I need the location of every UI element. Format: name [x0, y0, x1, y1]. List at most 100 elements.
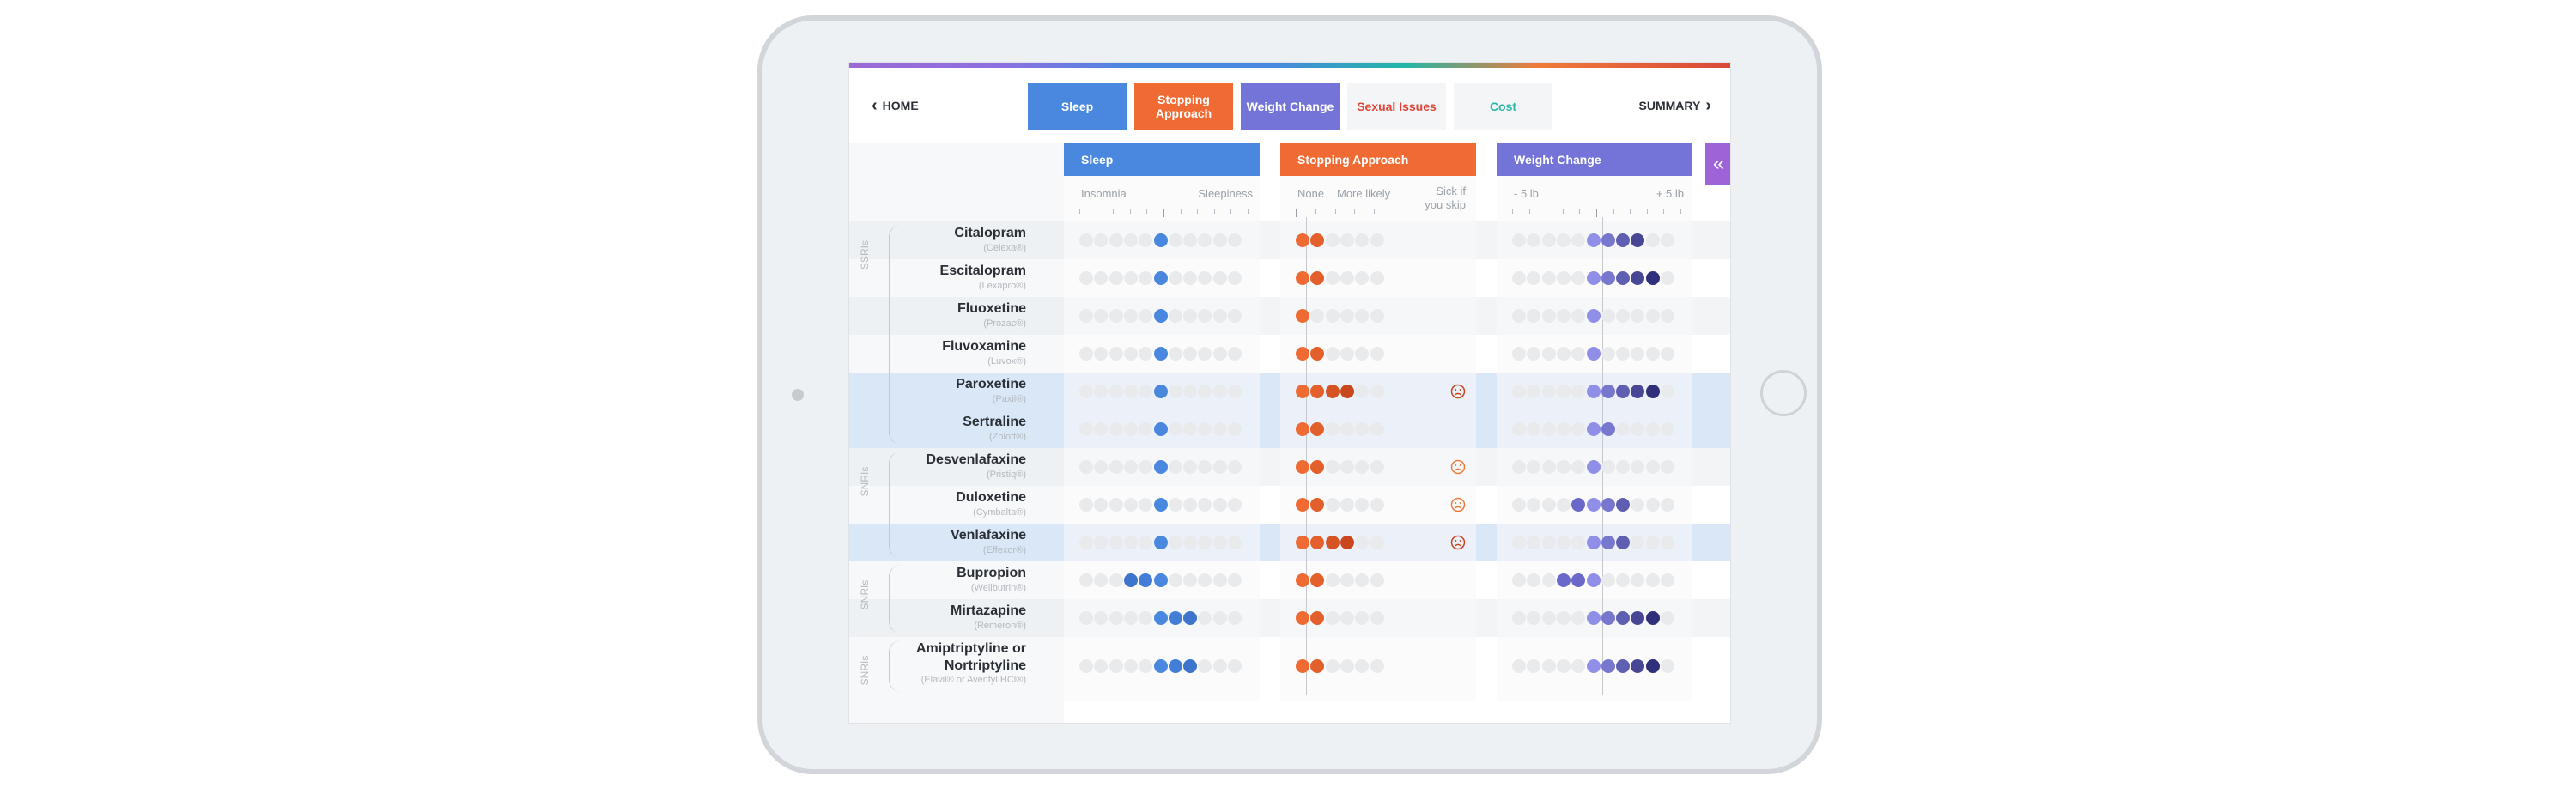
sleep-dot	[1212, 233, 1227, 247]
ruler-tick	[1113, 209, 1115, 214]
stopping-dot	[1370, 573, 1384, 587]
stopping-dot	[1325, 422, 1340, 436]
sleep-dot	[1212, 271, 1227, 285]
ruler-tick	[1354, 209, 1356, 214]
ruler-tick	[1562, 209, 1564, 214]
stopping-dot	[1370, 611, 1384, 625]
drug-brand: (Prozac®)	[983, 318, 1026, 329]
weight-dot	[1541, 460, 1556, 474]
ruler-tick	[1663, 209, 1665, 214]
sleep-dot	[1109, 233, 1123, 247]
weight-scale-ruler	[1512, 209, 1681, 217]
sleep-dot	[1123, 536, 1138, 549]
weight-dot	[1512, 573, 1526, 587]
weight-dot	[1645, 233, 1660, 247]
stopping-dot	[1325, 309, 1340, 323]
sleep-dot	[1109, 573, 1123, 587]
ruler-tick	[1613, 209, 1614, 214]
tab-cost[interactable]: Cost	[1454, 83, 1552, 130]
sleep-dot	[1183, 573, 1198, 587]
drug-brand: (Elavil® or Aventyl HCl®)	[920, 675, 1026, 685]
tab-sexual-issues[interactable]: Sexual Issues	[1347, 83, 1446, 130]
weight-dot	[1541, 498, 1556, 512]
weight-dot	[1661, 659, 1674, 673]
weight-dot	[1512, 611, 1526, 625]
drug-brand: (Wellbutrin®)	[970, 583, 1026, 593]
stopping-scale-ruler	[1296, 209, 1394, 217]
top-navigation: ‹ HOME Sleep Stopping Approach Weight Chan…	[849, 68, 1730, 143]
tab-stopping-approach[interactable]: Stopping Approach	[1134, 83, 1233, 130]
weight-dot	[1512, 347, 1526, 361]
device-home-button[interactable]	[1760, 370, 1807, 416]
ruler-tick	[1213, 209, 1215, 214]
stopping-dot	[1325, 573, 1340, 587]
sleep-scale-ruler	[1079, 209, 1249, 217]
home-button[interactable]: ‹ HOME	[866, 97, 919, 114]
weight-dot	[1556, 573, 1571, 587]
stopping-dot	[1296, 422, 1309, 436]
sleep-dot	[1228, 422, 1242, 436]
sleep-dot	[1153, 422, 1168, 436]
weight-dot	[1616, 659, 1631, 673]
sleep-dot	[1109, 460, 1123, 474]
stopping-dot	[1296, 536, 1309, 549]
sleep-dot	[1183, 659, 1198, 673]
sleep-dot	[1228, 347, 1242, 361]
double-chevron-left-icon: «	[1712, 152, 1725, 175]
weight-dot	[1661, 611, 1674, 625]
weight-dot	[1616, 422, 1631, 436]
sleep-dot	[1109, 659, 1123, 673]
sleep-dot	[1212, 498, 1227, 512]
sleep-dot	[1153, 498, 1168, 512]
sick-face-icon	[1450, 459, 1466, 475]
weight-dot	[1601, 573, 1615, 587]
weight-dot	[1601, 347, 1615, 361]
weight-dot	[1556, 233, 1571, 247]
sleep-low-label: Insomnia	[1081, 187, 1127, 200]
group-label: SNRIs	[859, 579, 871, 610]
sleep-dot	[1228, 233, 1242, 247]
weight-dot	[1601, 233, 1615, 247]
sleep-dot	[1109, 536, 1123, 549]
weight-dot	[1556, 498, 1571, 512]
ruler-tick	[1248, 209, 1249, 214]
tab-weight-change[interactable]: Weight Change	[1241, 83, 1340, 130]
weight-dot	[1601, 498, 1615, 512]
weight-dot	[1645, 347, 1660, 361]
drug-brand: (Lexapro®)	[978, 281, 1026, 291]
tab-sleep[interactable]: Sleep	[1028, 83, 1127, 130]
sick-face-icon	[1450, 497, 1466, 512]
stopping-dot	[1325, 271, 1340, 285]
weight-dot	[1616, 233, 1631, 247]
weight-dot	[1512, 385, 1526, 398]
weight-dot	[1661, 536, 1674, 549]
sleep-dot	[1228, 573, 1242, 587]
weight-dot	[1661, 460, 1674, 474]
sleep-dot	[1079, 611, 1093, 625]
drug-brand: (Luvox®)	[987, 356, 1026, 367]
weight-dot	[1541, 347, 1556, 361]
collapse-panel-button[interactable]: «	[1705, 143, 1730, 185]
weight-dot	[1541, 536, 1556, 549]
weight-dot	[1556, 385, 1571, 398]
sleep-high-label: Sleepiness	[1198, 187, 1253, 200]
drug-name: Paroxetine	[956, 377, 1026, 391]
summary-button[interactable]: SUMMARY ›	[1639, 97, 1716, 114]
drug-name: Mirtazapine	[950, 603, 1026, 618]
weight-dot	[1512, 659, 1526, 673]
group-bracket	[889, 565, 902, 633]
weight-dot	[1616, 573, 1631, 587]
sick-face-icon	[1450, 535, 1466, 550]
sleep-dot	[1109, 271, 1123, 285]
weight-dot	[1661, 385, 1674, 398]
sleep-dot	[1153, 233, 1168, 247]
weight-dot	[1556, 536, 1571, 549]
sleep-dot	[1183, 385, 1198, 398]
weight-dot	[1616, 460, 1631, 474]
sleep-dot	[1153, 536, 1168, 549]
weight-dot	[1586, 659, 1601, 673]
weight-dot	[1645, 309, 1660, 323]
app-screen: ‹ HOME Sleep Stopping Approach Weight Chan…	[848, 62, 1731, 724]
sleep-dot	[1228, 309, 1242, 323]
drug-name: Amiptriptyline or Nortriptyline	[915, 641, 1026, 673]
